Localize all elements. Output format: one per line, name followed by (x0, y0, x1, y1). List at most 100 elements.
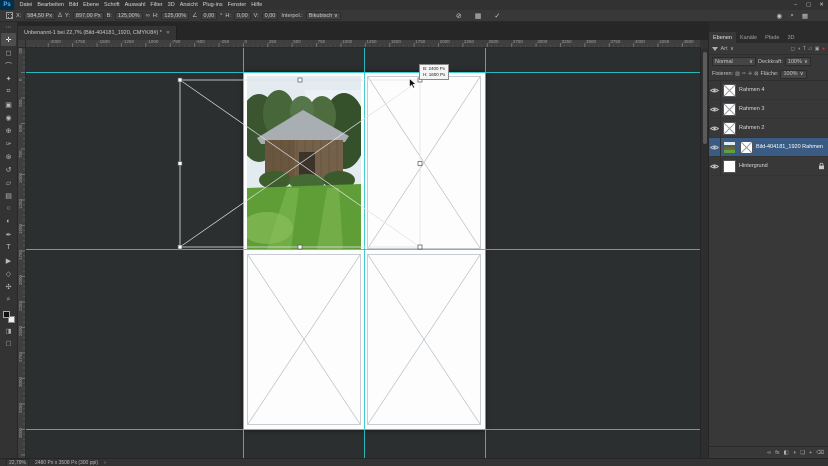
close-button[interactable]: ✕ (815, 0, 828, 10)
path-selection-tool[interactable]: ▶ (1, 254, 16, 267)
color-swatches[interactable] (2, 311, 15, 323)
reference-point-icon[interactable] (6, 12, 13, 19)
type-tool[interactable]: T (1, 241, 16, 254)
vertical-scrollbar-thumb[interactable] (703, 52, 707, 144)
x-value-field[interactable]: 584,50 Px (24, 11, 55, 20)
eyedropper-tool[interactable]: ◉ (1, 111, 16, 124)
visibility-toggle[interactable] (709, 119, 721, 137)
filter-smart-object-icon[interactable]: ▣ (815, 46, 820, 52)
menu-bearbeiten[interactable]: Bearbeiten (35, 0, 67, 10)
skew-v-field[interactable]: 0,00 (261, 11, 279, 20)
lasso-tool[interactable]: ⌒ (1, 59, 16, 72)
menu-fenster[interactable]: Fenster (225, 0, 249, 10)
layer-group-icon[interactable]: ❏ (800, 450, 805, 456)
menu-hilfe[interactable]: Hilfe (249, 0, 265, 10)
vertical-ruler[interactable]: -250 0 250 500 750 1000 1250 1500 1750 2000 2250 25… (18, 48, 26, 458)
brush-tool[interactable]: ✑ (1, 137, 16, 150)
screen-mode-icon[interactable]: ▢ (5, 339, 11, 347)
blur-tool[interactable]: ○ (1, 202, 16, 215)
menu-ebene[interactable]: Ebene (81, 0, 102, 10)
horizontal-ruler[interactable]: -2000 -1750 -1500 -1250 -1000 -750 -500 -250 0 25… (26, 40, 700, 48)
menu-ansicht[interactable]: Ansicht (177, 0, 200, 10)
lock-position-icon[interactable]: ✛ (748, 71, 752, 77)
frame-tool[interactable]: ▣ (1, 98, 16, 111)
blend-mode-select[interactable]: Normal ∨ (712, 57, 756, 66)
filter-adjustment-layers-icon[interactable]: ◑ (797, 46, 800, 52)
transform-bounding-box[interactable] (26, 48, 700, 458)
layer-row-rahmen-3[interactable]: Rahmen 3 (709, 100, 828, 119)
panel-tab-3d[interactable]: 3D (783, 32, 798, 43)
shape-tool[interactable]: ◇ (1, 267, 16, 280)
y-value-field[interactable]: 897,00 Px (72, 11, 104, 20)
quick-mask-icon[interactable]: ◨ (5, 327, 11, 335)
menu-bild[interactable]: Bild (66, 0, 80, 10)
history-brush-tool[interactable]: ↺ (1, 163, 16, 176)
healing-brush-tool[interactable]: ⊕ (1, 124, 16, 137)
fill-select[interactable]: 100% ∨ (780, 69, 807, 79)
interpolation-select[interactable]: Bikubisch ∨ (305, 11, 341, 20)
menu-plug-ins[interactable]: Plug-ins (200, 0, 225, 10)
crop-tool[interactable]: ⌗ (1, 85, 16, 98)
panel-tab-pfade[interactable]: Pfade (761, 32, 783, 43)
layer-row-rahmen-4[interactable]: Rahmen 4 (709, 81, 828, 100)
hand-tool[interactable]: ✣ (1, 280, 16, 293)
adjustment-layer-icon[interactable]: ◑ (793, 450, 796, 456)
layer-row-rahmen-2[interactable]: Rahmen 2 (709, 119, 828, 138)
maximize-button[interactable]: ▢ (802, 0, 815, 10)
pen-tool[interactable]: ✒ (1, 228, 16, 241)
filter-kind-label[interactable]: Art (721, 46, 728, 52)
menu-filter[interactable]: Filter (148, 0, 165, 10)
gradient-tool[interactable]: ▤ (1, 189, 16, 202)
filter-shape-layers-icon[interactable]: ▱ (808, 46, 812, 52)
visibility-toggle[interactable] (709, 157, 721, 175)
filter-funnel-icon[interactable] (712, 46, 718, 51)
lock-transparency-icon[interactable]: ▨ (735, 71, 740, 77)
warp-mode-button[interactable]: ▦ (475, 12, 482, 20)
lock-all-icon[interactable]: ⊠ (754, 71, 758, 77)
panel-tab-ebenen[interactable]: Ebenen (709, 32, 736, 43)
visibility-toggle[interactable] (709, 81, 721, 99)
link-layers-icon[interactable]: ∞ (767, 450, 771, 456)
layer-style-icon[interactable]: fx (775, 450, 779, 456)
layer-mask-icon[interactable]: ◧ (784, 450, 789, 456)
cancel-transform-button[interactable]: ⊘ (456, 12, 462, 20)
visibility-toggle[interactable] (709, 138, 721, 156)
toolbar-more-icon[interactable]: ⋯ (6, 24, 12, 33)
search-icon[interactable]: ⌕ (790, 12, 794, 20)
workspace-switcher-icon[interactable]: ▦ (802, 12, 808, 20)
link-dimensions-icon[interactable]: ∞ (146, 13, 150, 19)
delta-icon[interactable]: Δ (58, 13, 62, 19)
zoom-level-field[interactable]: 22,79% (6, 458, 29, 466)
zoom-tool[interactable]: ⌕ (1, 293, 16, 306)
vertical-scrollbar[interactable] (700, 48, 708, 458)
width-value-field[interactable]: 125,00% (114, 11, 143, 20)
eraser-tool[interactable]: ▱ (1, 176, 16, 189)
layer-row-hintergrund[interactable]: Hintergrund (709, 157, 828, 176)
ruler-origin-corner[interactable] (18, 40, 26, 48)
commit-transform-button[interactable]: ✓ (494, 12, 500, 20)
panel-tab-kan-le[interactable]: Kanäle (736, 32, 761, 43)
document-tab[interactable]: Unbenannt-1 bei 22,7% (Bild-404181_1920,… (18, 26, 178, 40)
filter-toggle-icon[interactable]: ● (822, 46, 825, 52)
opacity-select[interactable]: 100% ∨ (784, 57, 811, 66)
menu-auswahl[interactable]: Auswahl (122, 0, 148, 10)
angle-value-field[interactable]: 0,00 (200, 11, 218, 20)
skew-h-field[interactable]: 0,00 (233, 11, 251, 20)
move-tool[interactable]: ✛ (1, 33, 16, 46)
filter-type-layers-icon[interactable]: T (803, 46, 806, 52)
menu-3d[interactable]: 3D (165, 0, 177, 10)
status-menu-arrow[interactable]: › (104, 460, 106, 466)
layer-row-bild-404181-1920-rahmen[interactable]: Bild-404181_1920 Rahmen (709, 138, 828, 157)
delete-layer-icon[interactable]: ⌫ (816, 450, 824, 456)
canvas-area[interactable]: B: 2400 Px H: 1600 Px (26, 48, 700, 458)
filter-dropdown-arrow[interactable]: ∨ (730, 46, 734, 52)
marquee-tool[interactable]: ◻ (1, 46, 16, 59)
minimize-button[interactable]: – (789, 0, 802, 10)
visibility-toggle[interactable] (709, 100, 721, 118)
menu-datei[interactable]: Datei (17, 0, 35, 10)
account-icon[interactable]: ◉ (777, 12, 783, 20)
foreground-color-swatch[interactable] (2, 311, 10, 318)
lock-pixels-icon[interactable]: ✑ (742, 71, 746, 77)
tab-close-icon[interactable]: ✕ (166, 30, 170, 36)
dodge-tool[interactable]: ◐ (1, 215, 16, 228)
